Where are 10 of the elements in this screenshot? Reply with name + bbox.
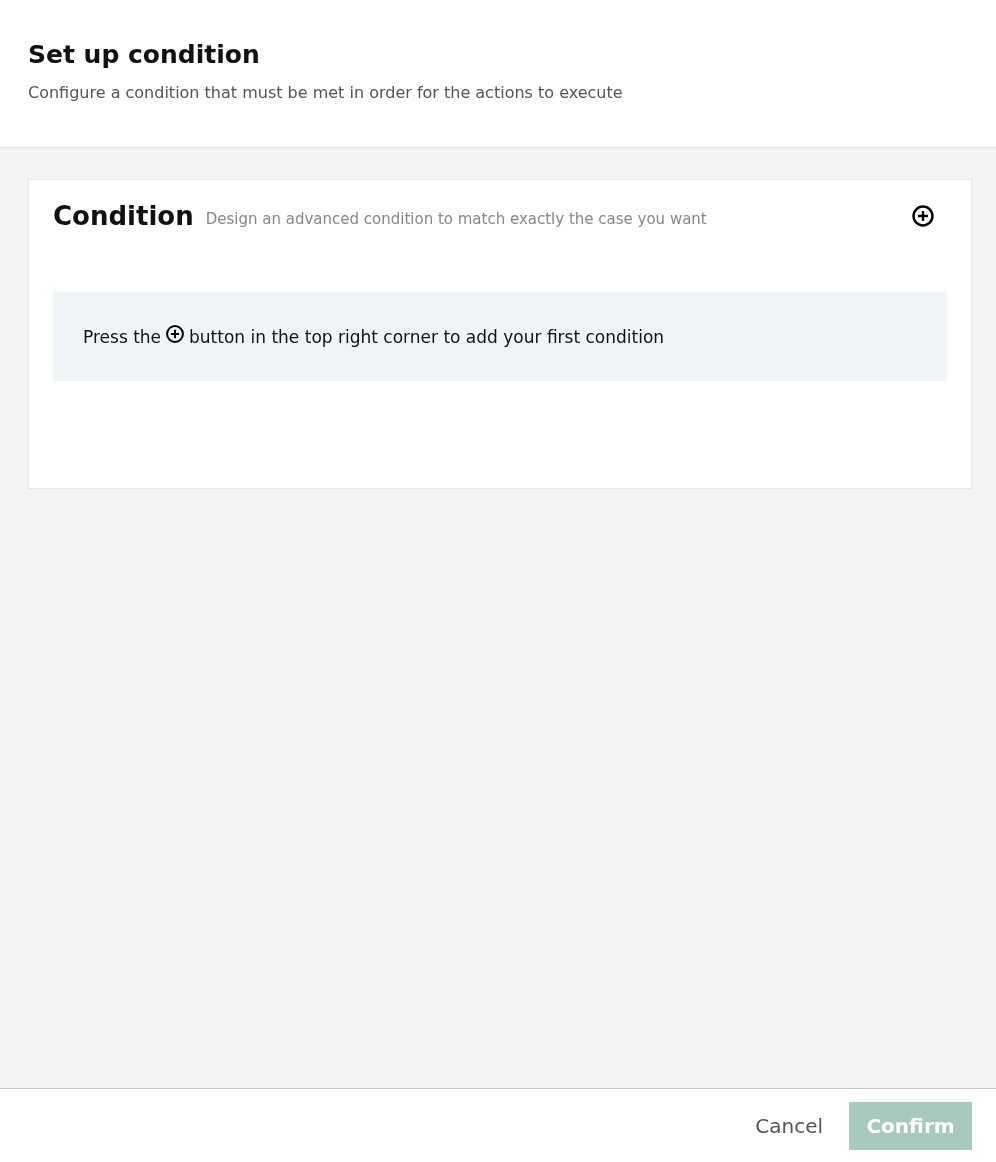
plus-circle-icon [165, 323, 186, 344]
card-title: Condition [53, 201, 194, 231]
hint-text: Press the [83, 326, 162, 347]
cancel-button[interactable]: Cancel [749, 1112, 829, 1139]
dialog-subtitle: Configure a condition that must be met in order for the actions to execute [28, 83, 624, 102]
plus-circle-icon [911, 204, 935, 228]
card-subtitle: Design an advanced condition to match exactly the case you want [205, 208, 708, 228]
hint-text: button in the top right corner to add your first condition [189, 326, 665, 347]
dialog-title: Set up condition [28, 40, 261, 69]
add-button[interactable] [911, 204, 935, 228]
